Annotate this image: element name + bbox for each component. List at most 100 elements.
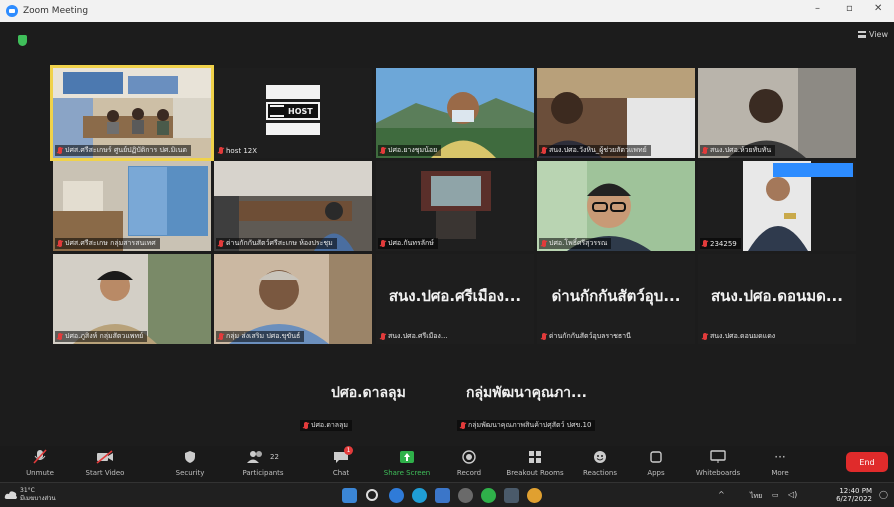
chrome-browser-icon[interactable] <box>527 488 542 503</box>
participant-name: ปศอ.ดาลลุม <box>300 420 352 431</box>
participant-name: ปศอ.โพธิ์ศรีสุวรรณ <box>539 238 612 249</box>
muted-mic-icon <box>219 333 223 340</box>
windows-taskbar: 31°C มีเมฆบางส่วน ^ ไทย ▭ ◁) 12:40 PM 6/27… <box>0 482 894 507</box>
video-tile[interactable]: สนง.ปศอ.ศรีเมือง... สนง.ปศอ.ศรีเมือง... <box>376 254 534 344</box>
shield-icon <box>185 451 195 463</box>
video-tile[interactable]: ปศอ.กันทรลักษ์ <box>376 161 534 251</box>
windows-start-icon[interactable] <box>342 488 357 503</box>
settings-gear-icon[interactable] <box>458 488 473 503</box>
host-logo: HOST <box>266 102 320 120</box>
participant-name: สนง.ปศอ.ห้วยทับทัน <box>700 145 776 156</box>
muted-mic-icon <box>219 240 223 247</box>
muted-mic-icon <box>381 240 385 247</box>
minimize-button[interactable]: – <box>815 3 820 14</box>
record-icon <box>462 450 476 464</box>
host-banner-top <box>266 85 320 99</box>
unmute-button[interactable]: Unmute <box>5 448 75 477</box>
more-button[interactable]: ··· More <box>745 448 815 477</box>
meeting-toolbar: Unmute Start Video Security 22 Participa… <box>0 446 894 482</box>
muted-mic-icon <box>703 240 707 247</box>
video-tile[interactable]: ปศส.ศรีสะเกษร์ ศูนย์ปฏิบัติการ ปศ.มิเนต <box>50 65 214 161</box>
muted-mic-icon <box>304 422 308 429</box>
edge-browser-icon[interactable] <box>412 488 427 503</box>
participant-display-name: สนง.ปศอ.ศรีเมือง... <box>388 287 522 305</box>
video-tile[interactable]: ปศอ.ภูสิงห์ กลุ่มสัตวแพทย์ <box>53 254 211 344</box>
participant-name: ด่านกักกันสัตว์ศรีสะเกษ ห้องประชุม <box>216 238 337 249</box>
weather-widget[interactable]: 31°C มีเมฆบางส่วน <box>20 487 56 503</box>
video-tile[interactable]: ปศอ.ยางชุมน้อย <box>376 68 534 158</box>
video-tile[interactable]: HOST host 12X <box>214 68 372 158</box>
encryption-shield-icon[interactable] <box>18 35 27 46</box>
apps-icon <box>650 451 662 463</box>
video-tile[interactable]: ด่านกักกันสัตว์อุบ... ด่านกักกันสัตว์อุบ… <box>537 254 695 344</box>
participant-name: ปศส.ศรีสะเกษ กลุ่มสารสนเทศ <box>55 238 160 249</box>
participant-display-name[interactable]: ปศอ.ดาลลุม <box>331 382 406 404</box>
participant-name: สนง.ปศอ.ศรีเมือง... <box>378 331 452 342</box>
zoom-app-icon <box>6 5 18 17</box>
whiteboards-button[interactable]: Whiteboards <box>683 448 753 477</box>
video-tile[interactable]: สนง.ปศอ.ดอนมด... สนง.ปศอ.ดอนมดแดง <box>698 254 856 344</box>
host-banner-bottom <box>266 123 320 135</box>
search-icon[interactable] <box>366 489 378 501</box>
input-language[interactable]: ไทย <box>750 491 762 502</box>
participant-name: ปศอ.กันทรลักษ์ <box>378 238 438 249</box>
system-clock[interactable]: 12:40 PM 6/27/2022 <box>836 487 872 503</box>
chevron-up-icon[interactable]: ^ <box>718 490 725 499</box>
restore-button[interactable]: ▫ <box>846 3 853 14</box>
muted-mic-icon <box>703 147 707 154</box>
file-explorer-icon[interactable] <box>435 488 450 503</box>
breakout-rooms-button[interactable]: Breakout Rooms <box>500 448 570 477</box>
muted-mic-icon <box>58 333 62 340</box>
whiteboard-icon <box>710 450 726 463</box>
window-titlebar: Zoom Meeting – ▫ ✕ <box>0 0 894 22</box>
participant-name: สนง.ปศอ.วังหิน_ผู้ช่วยสัตวแพทย์ <box>539 145 651 156</box>
participant-name: ปศอ.ภูสิงห์ กลุ่มสัตวแพทย์ <box>55 331 148 342</box>
participant-display-name[interactable]: กลุ่มพัฒนาคุณภา... <box>466 382 587 404</box>
video-tile[interactable]: สนง.ปศอ.ห้วยทับทัน <box>698 68 856 158</box>
breakout-rooms-icon <box>529 451 541 463</box>
participant-name: ปศอ.ยางชุมน้อย <box>378 145 442 156</box>
window-title: Zoom Meeting <box>23 6 89 16</box>
muted-mic-icon <box>542 240 546 247</box>
participants-button[interactable]: 22 Participants <box>228 448 298 477</box>
notification-icon[interactable]: ◯ <box>879 490 888 499</box>
muted-mic-icon <box>58 147 62 154</box>
video-tile[interactable]: ปศส.ศรีสะเกษ กลุ่มสารสนเทศ <box>53 161 211 251</box>
share-screen-icon <box>400 451 414 463</box>
security-button[interactable]: Security <box>155 448 225 477</box>
speaker-icon[interactable]: ◁) <box>788 490 797 499</box>
view-button[interactable]: View <box>858 30 888 39</box>
meeting-area: View ปศส.ศรีสะเกษร์ ศูนย์ปฏิบัติการ ปศ.ม… <box>0 22 894 446</box>
chat-button[interactable]: 1 Chat <box>306 446 376 477</box>
video-tile[interactable]: สนง.ปศอ.วังหิน_ผู้ช่วยสัตวแพทย์ <box>537 68 695 158</box>
participant-name: กลุ่มพัฒนาคุณภาพสินค้าปศุสัตว์ ปศข.10 <box>457 420 596 431</box>
video-tile[interactable]: 234259 <box>698 161 856 251</box>
server-icon <box>270 105 284 117</box>
participants-icon <box>247 451 263 463</box>
record-button[interactable]: Record <box>434 448 504 477</box>
muted-mic-icon <box>381 333 385 340</box>
participants-count: 22 <box>270 453 279 461</box>
taskbar-app-icon[interactable] <box>504 488 519 503</box>
chat-badge: 1 <box>344 446 353 455</box>
view-label: View <box>869 30 888 39</box>
start-video-button[interactable]: Start Video <box>70 448 140 477</box>
cloud-weather-icon <box>4 491 17 499</box>
muted-mic-icon <box>542 147 546 154</box>
line-app-icon[interactable] <box>481 488 496 503</box>
participant-name: ปศส.ศรีสะเกษร์ ศูนย์ปฏิบัติการ ปศ.มิเนต <box>55 145 191 156</box>
video-tile[interactable]: ด่านกักกันสัตว์ศรีสะเกษ ห้องประชุม <box>214 161 372 251</box>
muted-mic-icon <box>461 422 465 429</box>
network-icon[interactable]: ▭ <box>772 491 779 499</box>
video-tile[interactable]: ปศอ.โพธิ์ศรีสุวรรณ <box>537 161 695 251</box>
muted-mic-icon <box>542 333 546 340</box>
end-meeting-button[interactable]: End <box>846 452 888 472</box>
apps-button[interactable]: Apps <box>621 448 691 477</box>
muted-mic-icon <box>703 333 707 340</box>
participant-name: สนง.ปศอ.ดอนมดแดง <box>700 331 779 342</box>
zoom-taskbar-icon[interactable] <box>389 488 404 503</box>
grid-icon <box>858 31 867 38</box>
close-button[interactable]: ✕ <box>874 3 882 14</box>
video-tile[interactable]: กลุ่ม ส่งเสริม ปศอ.ขุขันธ์ <box>214 254 372 344</box>
share-screen-button[interactable]: Share Screen <box>372 448 442 477</box>
